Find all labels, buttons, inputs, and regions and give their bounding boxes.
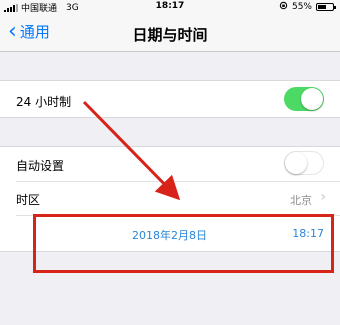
annotation-highlight-box	[33, 214, 334, 273]
hour24-row: 24 小时制	[0, 80, 340, 118]
battery-icon	[316, 3, 336, 11]
rotation-lock-icon	[279, 1, 288, 13]
status-bar: 中国联通 3G 18:17 55%	[0, 0, 340, 14]
timezone-label: 时区	[16, 193, 41, 207]
hour24-label: 24 小时制	[16, 95, 72, 109]
battery-percent: 55%	[291, 2, 312, 12]
navigation-bar: ‹ 通用 日期与时间	[0, 14, 340, 52]
timezone-value: 北京	[290, 194, 312, 207]
chevron-right-icon: ›	[320, 189, 326, 205]
page-title: 日期与时间	[132, 26, 208, 44]
hour24-toggle[interactable]	[284, 87, 324, 111]
auto-set-label: 自动设置	[16, 159, 65, 173]
timezone-row[interactable]: 时区 北京 ›	[0, 182, 340, 215]
auto-set-toggle[interactable]	[284, 151, 324, 175]
